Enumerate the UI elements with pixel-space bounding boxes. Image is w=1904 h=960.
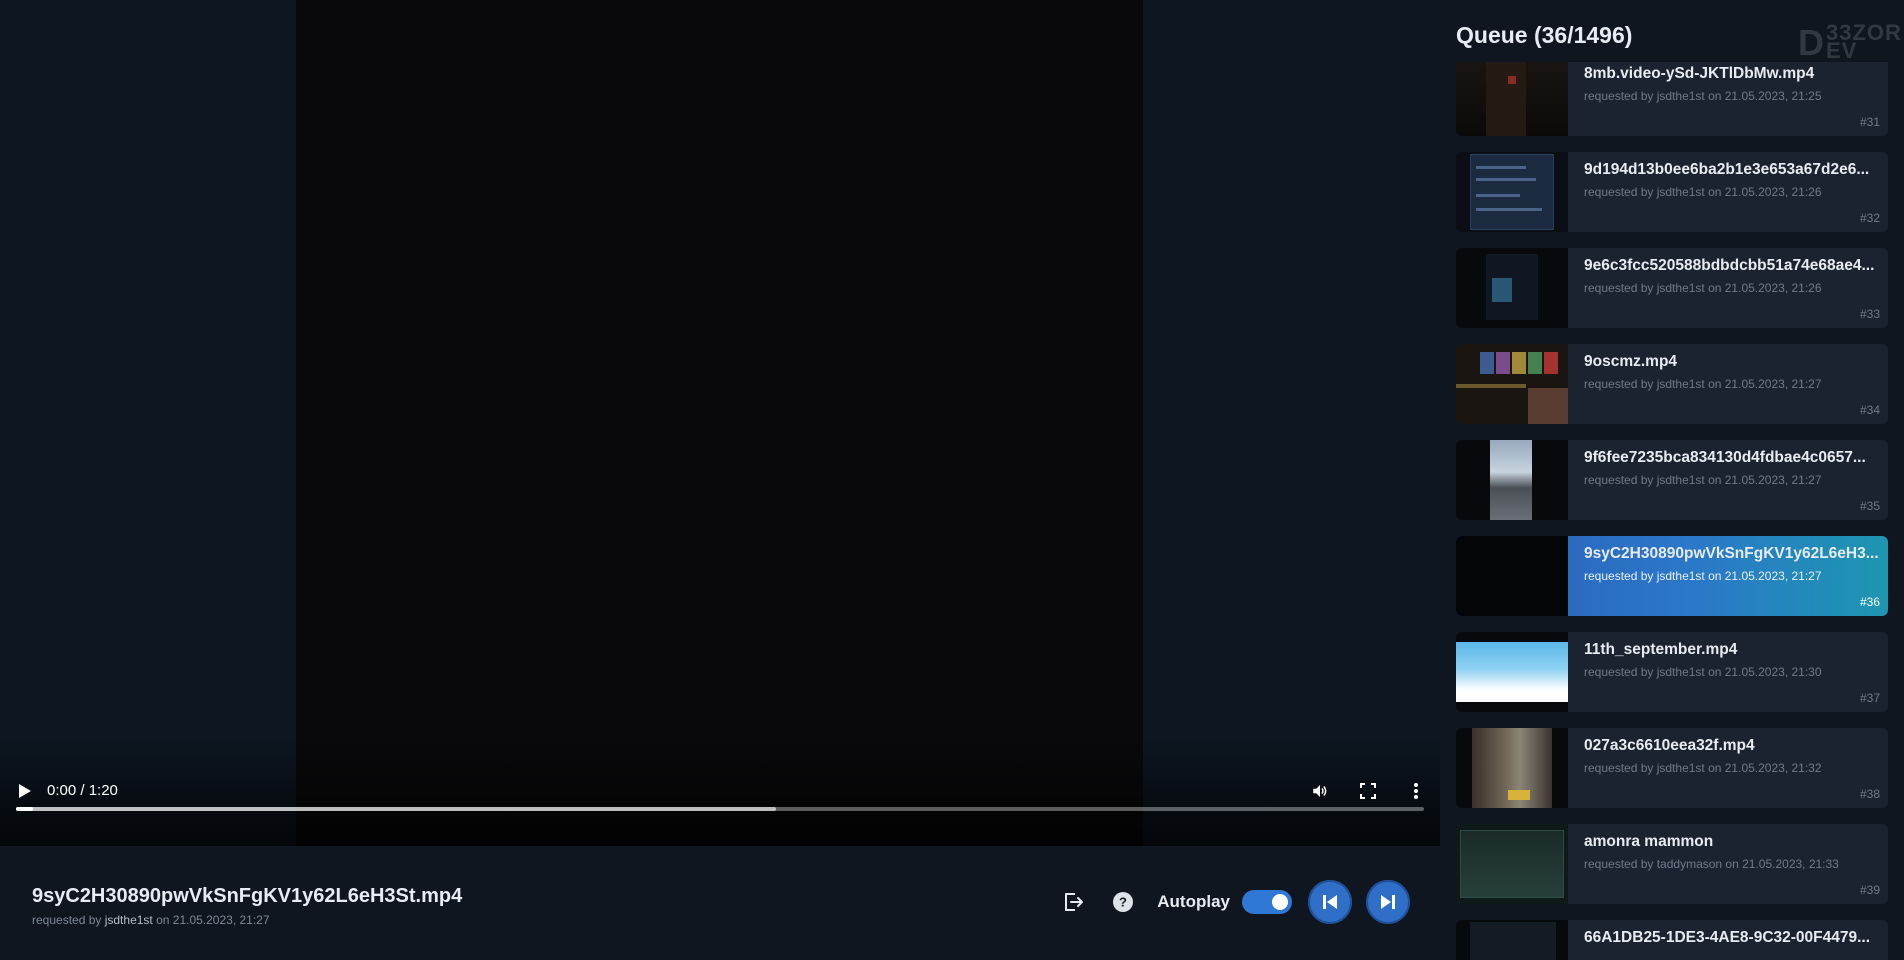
help-button[interactable]: ? [1107,886,1139,918]
queue-thumbnail [1456,824,1568,904]
queue-thumbnail [1456,248,1568,328]
queue-item-active[interactable]: 9syC2H30890pwVkSnFgKV1y62L6eH3... reques… [1456,536,1888,616]
queue-item-requester: requested by jsdthe1st on 21.05.2023, 21… [1584,281,1822,295]
now-playing-requester: requested by jsdthe1st on 21.05.2023, 21… [32,913,270,927]
queue-item-title: 9syC2H30890pwVkSnFgKV1y62L6eH3... [1584,545,1879,562]
autoplay-toggle[interactable] [1242,890,1292,914]
queue-item-title: 9d194d13b0ee6ba2b1e3e653a67d2e6... [1584,161,1870,178]
queue-item-number: #32 [1859,211,1880,225]
toggle-knob [1272,894,1288,910]
queue-item-title: 027a3c6610eea32f.mp4 [1584,737,1755,754]
now-playing-title: 9syC2H30890pwVkSnFgKV1y62L6eH3St.mp4 [32,885,463,907]
queue-item[interactable]: amonra mammon requested by taddymason on… [1456,824,1888,904]
queue-item[interactable]: 66A1DB25-1DE3-4AE8-9C32-00F4479... [1456,920,1888,960]
brand-text-bottom: EV [1826,38,1858,63]
queue-item-number: #34 [1859,403,1880,417]
video-frame [296,0,1143,846]
queue-thumbnail [1456,728,1568,808]
next-button[interactable] [1366,880,1410,924]
svg-text:?: ? [1119,895,1127,910]
queue-item-number: #35 [1859,499,1880,513]
play-button[interactable] [14,780,36,802]
queue-item[interactable]: 9oscmz.mp4 requested by jsdthe1st on 21.… [1456,344,1888,424]
queue-item-title: 9e6c3fcc520588bdbdcbb51a74e68ae4... [1584,257,1875,274]
queue-item[interactable]: 8mb.video-ySd-JKTlDbMw.mp4 requested by … [1456,62,1888,136]
queue-item-requester: requested by jsdthe1st on 21.05.2023, 21… [1584,761,1822,775]
queue-item-number: #37 [1859,691,1880,705]
requested-date: on 21.05.2023, 21:27 [152,913,270,927]
queue-item-requester: requested by jsdthe1st on 21.05.2023, 21… [1584,185,1822,199]
queue-thumbnail [1456,344,1568,424]
queue-item-requester: requested by jsdthe1st on 21.05.2023, 21… [1584,473,1822,487]
logout-icon [1065,893,1084,911]
queue-item-requester: requested by jsdthe1st on 21.05.2023, 21… [1584,89,1822,103]
requested-by-text: requested by [32,913,105,927]
volume-button[interactable] [1308,779,1332,803]
queue-item[interactable]: 11th_september.mp4 requested by jsdthe1s… [1456,632,1888,712]
queue-item-title: 9oscmz.mp4 [1584,353,1678,370]
skip-previous-icon [1323,895,1337,909]
queue-thumbnail [1456,440,1568,520]
brand-logo: D 33ZOR EV [1798,20,1902,63]
time-display: 0:00 / 1:20 [47,782,118,799]
queue-item-number: #38 [1859,787,1880,801]
fullscreen-button[interactable] [1356,779,1380,803]
buffered-range [16,807,777,811]
previous-button[interactable] [1308,880,1352,924]
queue-item-requester: requested by jsdthe1st on 21.05.2023, 21… [1584,569,1822,583]
queue-item[interactable]: 9f6fee7235bca834130d4fdbae4c0657... requ… [1456,440,1888,520]
video-player[interactable]: 0:00 / 1:20 [0,0,1440,846]
play-icon [19,784,31,798]
player-column: 0:00 / 1:20 9syC2H30890pwVkSnFgKV1y62L6e… [0,0,1440,960]
played-range [16,807,33,811]
queue-item-requester: requested by jsdthe1st on 21.05.2023, 21… [1584,665,1822,679]
queue-item-number: #31 [1859,115,1880,129]
queue-item-requester: requested by taddymason on 21.05.2023, 2… [1584,857,1839,871]
queue-thumbnail [1456,62,1568,136]
volume-icon [1313,785,1327,797]
leave-button[interactable] [1057,886,1089,918]
skip-next-icon [1381,895,1395,909]
queue-item-title: 11th_september.mp4 [1584,641,1738,658]
queue-thumbnail [1456,632,1568,712]
autoplay-label: Autoplay [1157,892,1230,911]
more-vertical-icon [1414,783,1418,799]
queue-item[interactable]: 9e6c3fcc520588bdbdcbb51a74e68ae4... requ… [1456,248,1888,328]
queue-item-number: #36 [1859,595,1880,609]
brand-mark: D [1798,22,1824,63]
queue-item-title: 8mb.video-ySd-JKTlDbMw.mp4 [1584,65,1815,82]
requester-name: jsdthe1st [104,913,153,927]
seek-bar[interactable] [16,807,1424,811]
help-icon: ? [1113,892,1134,912]
queue-title: Queue (36/1496) [1456,22,1633,48]
more-options-button[interactable] [1404,779,1428,803]
queue-list[interactable]: 8mb.video-ySd-JKTlDbMw.mp4 requested by … [1456,62,1888,960]
queue-item-title: 9f6fee7235bca834130d4fdbae4c0657... [1584,449,1866,466]
queue-item[interactable]: 027a3c6610eea32f.mp4 requested by jsdthe… [1456,728,1888,808]
queue-item-title: 66A1DB25-1DE3-4AE8-9C32-00F4479... [1584,929,1871,946]
queue-item-number: #39 [1859,883,1880,897]
app-root: 0:00 / 1:20 9syC2H30890pwVkSnFgKV1y62L6e… [0,0,1904,960]
queue-item-number: #33 [1859,307,1880,321]
queue-thumbnail [1456,920,1568,960]
queue-item[interactable]: 9d194d13b0ee6ba2b1e3e653a67d2e6... reque… [1456,152,1888,232]
now-playing-bar: 9syC2H30890pwVkSnFgKV1y62L6eH3St.mp4 req… [0,846,1440,960]
video-controls: 0:00 / 1:20 [0,766,1440,846]
queue-thumbnail [1456,536,1568,616]
fullscreen-icon [1360,783,1376,799]
player-actions: ? Autoplay [1057,880,1410,924]
queue-sidebar: Queue (36/1496) D 33ZOR EV 8mb.video-ySd… [1440,0,1904,960]
queue-item-title: amonra mammon [1584,833,1714,850]
queue-item-requester: requested by jsdthe1st on 21.05.2023, 21… [1584,377,1822,391]
queue-thumbnail [1456,152,1568,232]
